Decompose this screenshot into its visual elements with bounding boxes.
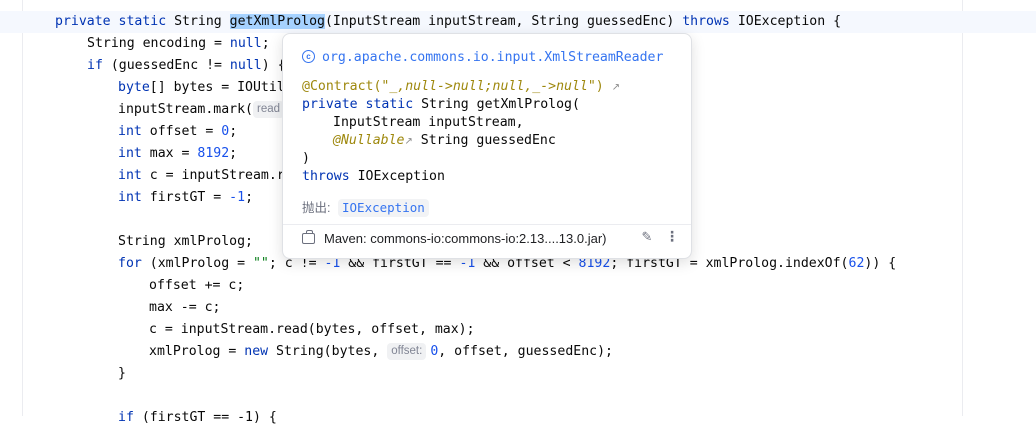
code-token: if [87, 58, 111, 73]
code-token: [] bytes = IOUtil [149, 80, 285, 95]
code-token: 8192 [197, 146, 230, 161]
signature-line: private static String getXmlProlog( [302, 96, 580, 114]
param-2: String guessedEnc [412, 133, 556, 148]
code-token: inputStream.mark( [118, 102, 253, 117]
code-token: (xmlProlog = [149, 256, 253, 271]
throws-keyword: throws [302, 169, 350, 184]
signature-open-paren: ( [571, 97, 580, 112]
package-link[interactable]: org.apache.commons.io.input.XmlStreamRea… [322, 49, 663, 67]
code-token: "" [252, 256, 269, 271]
code-token: } [118, 366, 126, 381]
more-options-icon[interactable]: ⋮ [665, 228, 679, 246]
code-token: for [118, 256, 150, 271]
code-line[interactable]: int firstGT = -1; [118, 187, 253, 209]
code-line[interactable]: byte[] bytes = IOUtil [118, 77, 285, 99]
code-token: ; [229, 146, 238, 161]
external-link-icon[interactable]: ↗ [612, 82, 620, 93]
code-line[interactable]: int max = 8192; [118, 143, 237, 165]
code-token: c = inputStream.r [149, 168, 285, 183]
code-token: int [118, 190, 150, 205]
contract-close: ) [595, 79, 604, 94]
code-token: String xmlProlog; [118, 234, 253, 249]
nullable-annotation[interactable]: @Nullable [333, 133, 404, 148]
code-token: )) { [864, 256, 897, 271]
code-token: (InputStream inputStream, String guessed… [324, 14, 683, 29]
code-line[interactable]: c = inputStream.read(bytes, offset, max)… [149, 319, 475, 341]
code-token: offset += c; [149, 278, 245, 293]
code-token: String encoding = [87, 36, 230, 51]
selected-identifier: getXmlProlog [229, 14, 325, 29]
code-token: -1 [229, 190, 246, 205]
code-token: ; [229, 124, 238, 139]
code-token: 0 [221, 124, 230, 139]
code-token: ; [245, 190, 254, 205]
code-line[interactable]: String encoding = null; [87, 33, 270, 55]
code-line[interactable]: inputStream.mark(read [118, 99, 288, 121]
code-token: null [229, 58, 262, 73]
quick-documentation-popup[interactable]: c org.apache.commons.io.input.XmlStreamR… [282, 33, 692, 259]
popup-footer-divider [283, 224, 691, 225]
code-token: throws [682, 14, 738, 29]
class-circle-icon: c [302, 50, 315, 63]
code-line[interactable]: max -= c; [149, 297, 220, 319]
right-margin-guide [962, 0, 963, 416]
signature-modifiers: private static [302, 97, 422, 112]
code-token: ; [261, 36, 270, 51]
throws-type: IOException [349, 169, 445, 184]
signature-close-paren: ) [302, 151, 310, 166]
code-token: int [118, 146, 150, 161]
code-token: int [118, 124, 150, 139]
code-line[interactable]: int c = inputStream.r [118, 165, 285, 187]
code-token: (guessedEnc != [110, 58, 230, 73]
contract-annotation-line: @Contract("_,null->null;null,_->null") ↗ [302, 78, 620, 97]
code-token: private static [55, 14, 175, 29]
parameter-hint: offset: [387, 343, 427, 360]
edit-source-icon[interactable]: ✎ [639, 229, 655, 247]
code-token: null [229, 36, 262, 51]
code-token: offset = [149, 124, 222, 139]
param-2-line: @Nullable↗ String guessedEnc [333, 132, 556, 151]
code-token: String [174, 14, 230, 29]
contract-value: "_,null->null;null,_->null" [381, 79, 596, 94]
code-token: xmlProlog = [149, 344, 245, 359]
code-line[interactable]: int offset = 0; [118, 121, 237, 143]
code-token: , offset, guessedEnc); [438, 344, 613, 359]
code-token: int [118, 168, 150, 183]
code-token: new [244, 344, 277, 359]
code-line[interactable]: private static String getXmlProlog(Input… [55, 11, 841, 33]
throws-label: 抛出: [302, 201, 331, 215]
external-link-icon[interactable]: ↗ [404, 136, 412, 147]
code-token: if [118, 410, 142, 425]
code-token: max -= c; [149, 300, 221, 315]
code-token: (firstGT == -1) { [141, 410, 277, 425]
code-line[interactable]: xmlProlog = new String(bytes, offset: 0, … [149, 341, 613, 363]
code-line[interactable]: } [118, 363, 126, 385]
gutter-divider [22, 0, 23, 416]
code-line[interactable]: offset += c; [149, 275, 244, 297]
library-jar-icon [302, 230, 315, 244]
code-token: max = [149, 146, 198, 161]
code-token: firstGT = [149, 190, 230, 205]
code-line[interactable]: if (firstGT == -1) { [118, 407, 277, 429]
parameter-hint: read [252, 101, 285, 118]
code-token: 62 [848, 256, 865, 271]
signature-return-type: String [421, 97, 477, 112]
code-line[interactable]: String xmlProlog; [118, 231, 253, 253]
library-source-label: Maven: commons-io:commons-io:2.13....13.… [324, 231, 607, 246]
exception-link-chip[interactable]: IOException [338, 199, 429, 217]
code-token: byte [118, 80, 150, 95]
param-1: InputStream inputStream, [333, 115, 524, 130]
signature-method-name: getXmlProlog [476, 97, 572, 112]
code-token: c = inputStream.read(bytes, offset, max)… [149, 322, 475, 337]
code-line[interactable]: if (guessedEnc != null) { [87, 55, 286, 77]
code-token: IOException { [737, 14, 842, 29]
contract-annotation[interactable]: @Contract( [302, 79, 381, 94]
code-token: String(bytes, [276, 344, 388, 359]
throws-line: throws IOException [302, 168, 445, 186]
